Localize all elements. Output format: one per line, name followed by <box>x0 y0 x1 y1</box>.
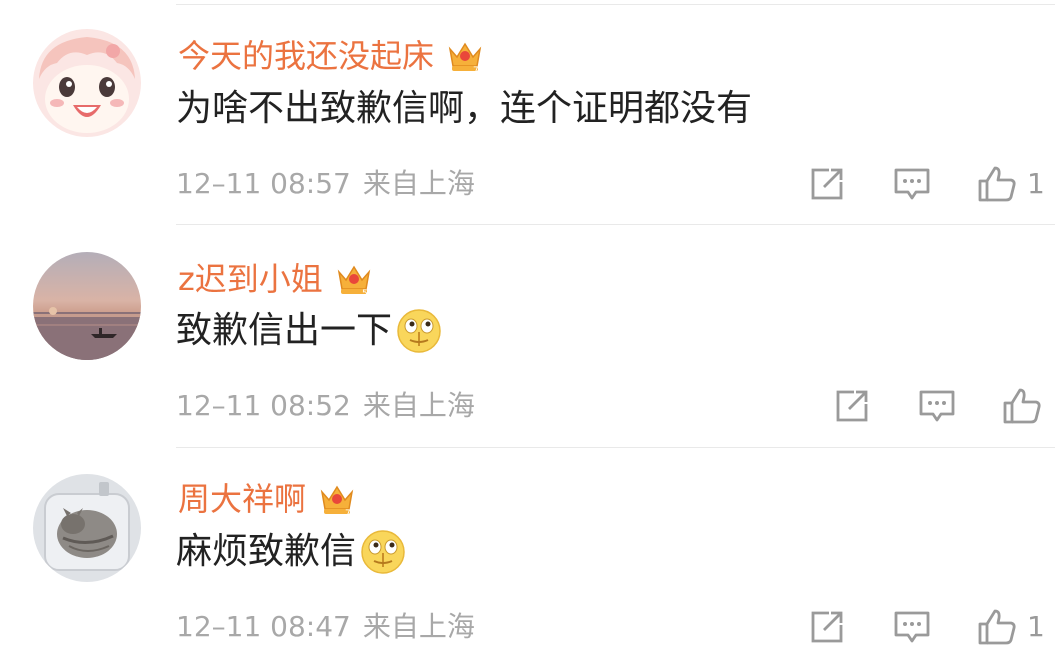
comment-button[interactable] <box>893 607 931 647</box>
crown-badge-icon: 7 <box>320 485 354 518</box>
share-button[interactable] <box>809 607 845 647</box>
comment-icon <box>894 168 930 200</box>
comment-icon <box>919 390 955 422</box>
comment-time: 12–11 08:52 <box>176 389 351 422</box>
comment-meta: 12–11 08:47 来自上海 <box>176 607 487 647</box>
share-icon <box>811 611 843 643</box>
comment-meta: 12–11 08:52 来自上海 <box>176 386 487 426</box>
comment-button[interactable] <box>893 164 931 204</box>
share-icon <box>836 390 868 422</box>
comment-location: 来自上海 <box>362 389 475 422</box>
svg-text:7: 7 <box>473 66 479 75</box>
share-button[interactable] <box>809 164 845 204</box>
comment-location: 来自上海 <box>362 167 475 200</box>
cat-in-sink-avatar-icon <box>33 474 141 582</box>
sunset-lake-avatar-icon <box>33 252 141 360</box>
smirk-face-emoji-icon <box>397 309 441 353</box>
username[interactable]: 今天的我还没起床 <box>178 36 434 76</box>
comment-item: 周大祥啊 7 麻烦致歉信 12–11 08:47 来自上海 1 <box>0 447 1055 671</box>
like-button[interactable]: 1 <box>977 607 1045 647</box>
thumbs-up-icon <box>978 609 1016 645</box>
comment-button[interactable] <box>918 386 956 426</box>
crown-badge-icon: 5 <box>337 265 371 298</box>
comment-time: 12–11 08:57 <box>176 167 351 200</box>
share-button[interactable] <box>834 386 870 426</box>
comment-location: 来自上海 <box>362 610 475 643</box>
avatar[interactable] <box>33 29 141 137</box>
comment-time: 12–11 08:47 <box>176 610 351 643</box>
comment-text: 麻烦致歉信 <box>176 527 406 577</box>
smirk-face-emoji-icon <box>361 530 405 574</box>
comment-text: 致歉信出一下 <box>176 306 442 356</box>
comment-text: 为啥不出致歉信啊，连个证明都没有 <box>176 88 753 129</box>
thumbs-up-icon <box>978 166 1016 202</box>
username[interactable]: z迟到小姐 <box>178 259 323 299</box>
svg-text:5: 5 <box>362 289 368 298</box>
share-icon <box>811 168 843 200</box>
svg-text:7: 7 <box>345 509 351 518</box>
like-count: 1 <box>1027 167 1045 200</box>
comment-meta: 12–11 08:57 来自上海 <box>176 164 487 204</box>
username[interactable]: 周大祥啊 <box>178 479 306 519</box>
avatar[interactable] <box>33 252 141 360</box>
anime-girl-avatar-icon <box>33 29 141 137</box>
like-button[interactable]: 1 <box>977 164 1045 204</box>
like-count: 1 <box>1027 610 1045 643</box>
comment-item: 今天的我还没起床 7 为啥不出致歉信啊，连个证明都没有 12–11 08:57 来… <box>0 0 1055 225</box>
crown-badge-icon: 7 <box>448 42 482 75</box>
like-button[interactable] <box>1002 386 1052 426</box>
thumbs-up-icon <box>1003 388 1041 424</box>
comment-icon <box>894 611 930 643</box>
avatar[interactable] <box>33 474 141 582</box>
comment-item: z迟到小姐 5 致歉信出一下 12–11 08:52 来自上海 <box>0 225 1055 450</box>
